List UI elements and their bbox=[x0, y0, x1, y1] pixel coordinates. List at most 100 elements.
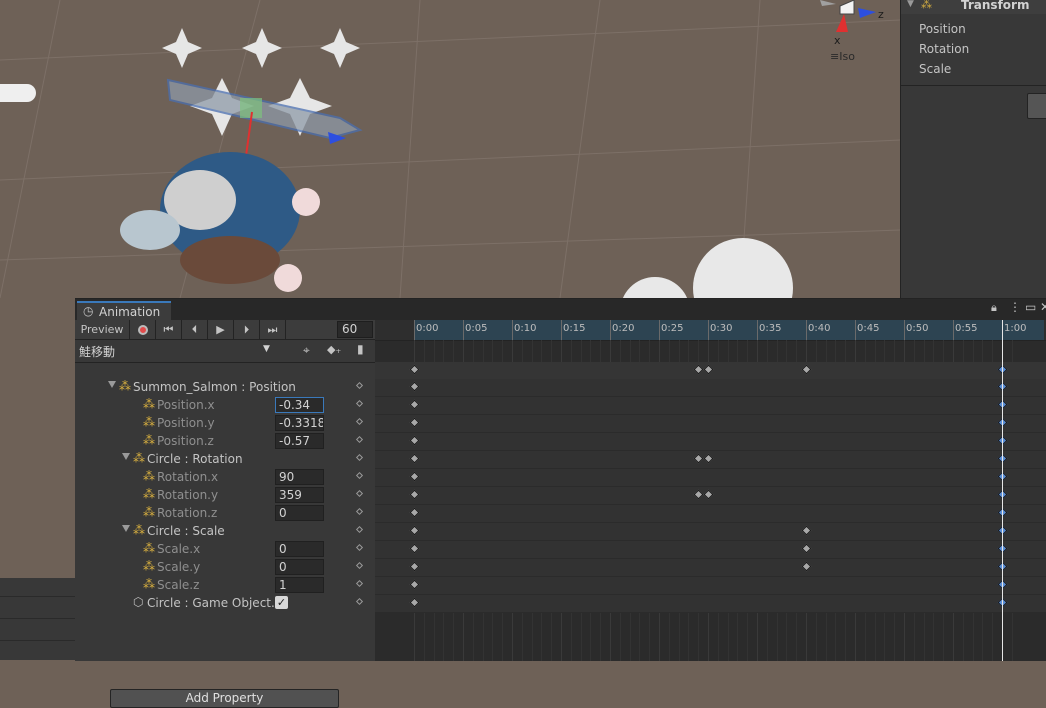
keyframe-diamond[interactable] bbox=[409, 561, 420, 572]
keyframe-diamond[interactable] bbox=[693, 453, 704, 464]
property-row[interactable]: ⬡ Circle : Game Object.Is ✓ bbox=[75, 594, 375, 612]
keyframe-toggle-icon[interactable] bbox=[355, 417, 364, 426]
property-row[interactable]: ⁂ Scale.z 1 bbox=[75, 576, 375, 594]
property-value-field[interactable]: 359 bbox=[275, 487, 324, 503]
property-row[interactable]: ⁂ Rotation.z 0 bbox=[75, 504, 375, 522]
property-name: Rotation.y bbox=[157, 488, 219, 502]
maximize-icon[interactable]: ▭ bbox=[1025, 300, 1036, 314]
keyframe-row bbox=[375, 505, 1046, 523]
keyframe-toggle-icon[interactable] bbox=[355, 489, 364, 498]
keyframe-toggle-icon[interactable] bbox=[355, 507, 364, 516]
keyframe-diamond[interactable] bbox=[409, 364, 420, 375]
prev-keyframe-button[interactable]: ⏴ bbox=[182, 320, 208, 339]
keyframe-diamond[interactable] bbox=[801, 364, 812, 375]
checkbox[interactable]: ✓ bbox=[275, 596, 288, 609]
property-row[interactable]: ⁂ Scale.x 0 bbox=[75, 540, 375, 558]
transform-header[interactable]: ▼ ⁂ Transform bbox=[901, 0, 1046, 14]
add-event-icon[interactable]: ▮ bbox=[357, 342, 364, 356]
ruler-label: 0:45 bbox=[857, 323, 880, 334]
foldout-arrow-icon[interactable] bbox=[122, 453, 130, 460]
property-group-row[interactable]: ⁂ Circle : Rotation bbox=[75, 450, 375, 468]
ruler-label: 0:35 bbox=[759, 323, 782, 334]
filter-by-selection-icon[interactable]: ⌖ bbox=[303, 343, 310, 358]
animation-window: ◷ Animation 🔒︎ ⋮ ▭ ✕ Preview ⏮ ⏴ ▶ ⏵ ⏭ 6… bbox=[75, 298, 1046, 708]
keyframe-diamond[interactable] bbox=[693, 489, 704, 500]
property-value-field[interactable]: 0 bbox=[275, 541, 324, 557]
property-row[interactable]: ⁂ Position.z -0.57 bbox=[75, 432, 375, 450]
property-value-field[interactable]: -0.57 bbox=[275, 433, 324, 449]
keyframe-diamond[interactable] bbox=[409, 471, 420, 482]
inspector-button[interactable] bbox=[1027, 93, 1046, 119]
keyframe-toggle-icon[interactable] bbox=[355, 597, 364, 606]
keyframe-diamond[interactable] bbox=[409, 399, 420, 410]
foldout-arrow-icon[interactable] bbox=[108, 381, 116, 388]
keyframe-diamond[interactable] bbox=[693, 364, 704, 375]
play-icon: ▶ bbox=[216, 323, 225, 336]
keyframe-diamond[interactable] bbox=[409, 525, 420, 536]
keyframe-toggle-icon[interactable] bbox=[355, 435, 364, 444]
keyframe-diamond[interactable] bbox=[409, 417, 420, 428]
keyframe-diamond[interactable] bbox=[409, 579, 420, 590]
ruler-tick bbox=[512, 320, 513, 340]
first-keyframe-button[interactable]: ⏮ bbox=[156, 320, 182, 339]
foldout-arrow-icon[interactable]: ▼ bbox=[907, 0, 914, 9]
keyframe-toggle-icon[interactable] bbox=[355, 525, 364, 534]
keyframe-diamond[interactable] bbox=[409, 597, 420, 608]
property-row[interactable]: ⁂ Position.x -0.34 bbox=[75, 396, 375, 414]
keyframe-diamond[interactable] bbox=[801, 525, 812, 536]
property-row[interactable]: ⁂ Rotation.x 90 bbox=[75, 468, 375, 486]
property-row[interactable]: ⁂ Scale.y 0 bbox=[75, 558, 375, 576]
last-keyframe-button[interactable]: ⏭ bbox=[260, 320, 286, 339]
add-keyframe-icon[interactable]: ◆₊ bbox=[327, 343, 341, 356]
clip-dropdown[interactable]: 鮭移動 ▼ bbox=[75, 342, 280, 360]
time-ruler[interactable]: 0:00 0:05 0:10 0:15 0:20 0:25 0:30 0:35 0:40 0:45… bbox=[375, 320, 1046, 341]
keyframe-diamond[interactable] bbox=[409, 453, 420, 464]
animation-tab[interactable]: ◷ Animation bbox=[77, 301, 171, 320]
property-value-field[interactable]: -0.34 bbox=[275, 397, 324, 413]
more-options-icon[interactable]: ⋮ bbox=[1009, 300, 1021, 314]
property-name: Scale.z bbox=[157, 578, 200, 592]
keyframe-toggle-icon[interactable] bbox=[355, 381, 364, 390]
keyframe-diamond[interactable] bbox=[409, 489, 420, 500]
keyframe-diamond[interactable] bbox=[801, 561, 812, 572]
keyframe-toggle-icon[interactable] bbox=[355, 453, 364, 462]
keyframe-toggle-icon[interactable] bbox=[355, 471, 364, 480]
property-row[interactable]: ⁂ Rotation.y 359 bbox=[75, 486, 375, 504]
keyframe-diamond[interactable] bbox=[801, 543, 812, 554]
keyframe-diamond[interactable] bbox=[703, 364, 714, 375]
keyframe-toggle-icon[interactable] bbox=[355, 399, 364, 408]
play-button[interactable]: ▶ bbox=[208, 320, 234, 339]
preview-button[interactable]: Preview bbox=[75, 320, 130, 339]
dopesheet-timeline[interactable]: 0:00 0:05 0:10 0:15 0:20 0:25 0:30 0:35 0:40 0:45… bbox=[375, 320, 1046, 661]
property-value-field[interactable]: 1 bbox=[275, 577, 324, 593]
keyframe-diamond[interactable] bbox=[703, 453, 714, 464]
view-mode-toggle[interactable]: ≡Iso bbox=[830, 50, 855, 63]
transform-icon: ⁂ bbox=[143, 415, 155, 429]
keyframe-diamond[interactable] bbox=[409, 435, 420, 446]
lock-icon[interactable]: 🔒︎ bbox=[991, 301, 997, 315]
property-group-row[interactable]: ⁂ Circle : Scale bbox=[75, 522, 375, 540]
property-list: ⁂ Summon_Salmon : Position ⁂ Position.x -0.3… bbox=[75, 363, 376, 708]
keyframe-row bbox=[375, 487, 1046, 505]
keyframe-toggle-icon[interactable] bbox=[355, 543, 364, 552]
property-row[interactable]: ⁂ Position.y -0.3318 bbox=[75, 414, 375, 432]
property-value-field[interactable]: -0.3318 bbox=[275, 415, 324, 431]
keyframe-toggle-icon[interactable] bbox=[355, 579, 364, 588]
property-value-field[interactable]: 0 bbox=[275, 505, 324, 521]
keyframe-toggle-icon[interactable] bbox=[355, 561, 364, 570]
keyframe-diamond[interactable] bbox=[409, 543, 420, 554]
property-value-field[interactable]: 0 bbox=[275, 559, 324, 575]
keyframe-diamond[interactable] bbox=[409, 507, 420, 518]
keyframe-diamond[interactable] bbox=[703, 489, 714, 500]
foldout-arrow-icon[interactable] bbox=[122, 525, 130, 532]
record-button[interactable] bbox=[130, 320, 156, 339]
frame-input[interactable]: 60 bbox=[337, 321, 373, 338]
keyframe-diamond[interactable] bbox=[409, 381, 420, 392]
add-property-button[interactable]: Add Property bbox=[110, 689, 339, 708]
property-group-row[interactable]: ⁂ Summon_Salmon : Position bbox=[75, 378, 375, 396]
scene-view[interactable]: z x ≡Iso bbox=[0, 0, 900, 298]
playhead[interactable] bbox=[1002, 320, 1003, 661]
property-value-field[interactable]: 90 bbox=[275, 469, 324, 485]
close-icon[interactable]: ✕ bbox=[1040, 300, 1046, 314]
next-keyframe-button[interactable]: ⏵ bbox=[234, 320, 260, 339]
